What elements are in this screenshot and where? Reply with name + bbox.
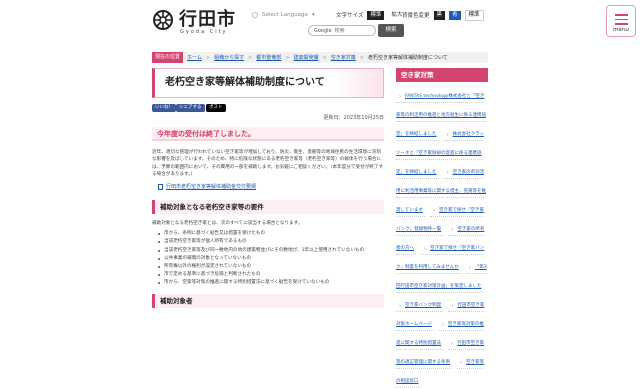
- city-emblem-icon: [153, 10, 173, 30]
- doc-link[interactable]: 行田市老朽空き家等解体補助金交付要綱: [158, 183, 384, 190]
- main-content: 老朽空き家等解体補助制度について いいね！ シェアする ポスト 更新日：2023…: [152, 68, 384, 308]
- sidebar-heading: 空き家対策: [396, 68, 488, 82]
- breadcrumb-separator: >: [359, 54, 364, 61]
- font-standard-button[interactable]: 標準: [367, 10, 385, 20]
- breadcrumb-separator: >: [205, 54, 211, 61]
- search-provider: Google: [314, 27, 332, 34]
- list-item: 所有権以外の権利が設定されていないもの: [158, 263, 384, 271]
- menu-button[interactable]: menu: [606, 5, 636, 37]
- list-item: 市から、空家等対策の推進に関する特別措置法に基づく勧告を受けていないもの: [158, 279, 384, 287]
- language-select-label: Select Language: [262, 12, 308, 18]
- notice-heading: 今年度の受付は終了しました。: [152, 127, 384, 141]
- requirements-list: 市から、条例に基づく勧告又は措置を受けたもの 当該老朽空き家等が個人所有であるも…: [152, 230, 384, 287]
- list-item: 当該老朽空き家等が個人所有であるもの: [158, 238, 384, 246]
- search-button[interactable]: 検索: [378, 24, 404, 37]
- facebook-like-button[interactable]: いいね！: [152, 104, 176, 112]
- breadcrumb: 現在の位置 ホーム > 組織から探す > 都市整備部 > 建築開発課 > 空き家…: [152, 52, 488, 63]
- language-select[interactable]: Select Language ▾: [252, 10, 315, 20]
- sidebar-link[interactable]: 空き家バンク制度: [396, 300, 444, 312]
- bg-color-controls: 背景色変更 黒 青 標準: [402, 9, 484, 21]
- font-size-label: 文字サイズ: [336, 13, 364, 19]
- facebook-share-button[interactable]: シェアする: [176, 104, 205, 112]
- breadcrumb-current-label: 現在の位置: [152, 52, 184, 63]
- bg-blue-button[interactable]: 青: [449, 10, 461, 20]
- breadcrumb-current-page: 老朽空き家等解体補助制度について: [367, 55, 448, 61]
- section-heading-requirements: 補助対象となる老朽空き家等の要件: [152, 200, 384, 215]
- updated-date: 更新日：2023年10月25日: [323, 115, 384, 121]
- search-placeholder: 検索: [334, 28, 345, 34]
- intro-paragraph: 近年、適切な管理が行われていない空き家等が増加しており、防災、衛生、景観等の地域…: [152, 150, 384, 177]
- page-title: 老朽空き家等解体補助制度について: [152, 68, 384, 98]
- doc-link-label: 行田市老朽空き家等解体補助金交付要綱: [166, 184, 257, 191]
- bg-black-button[interactable]: 黒: [433, 10, 446, 20]
- site-logo[interactable]: 行田市 Gyoda City: [152, 9, 236, 35]
- list-item: 公共事業の補償の対象となっていないもの: [158, 255, 384, 263]
- breadcrumb-separator: >: [248, 54, 253, 61]
- bg-standard-button[interactable]: 標準: [464, 9, 484, 21]
- menu-label: menu: [613, 27, 629, 33]
- breadcrumb-separator: >: [322, 54, 327, 61]
- globe-icon: [252, 12, 258, 18]
- site-name: 行田市: [179, 9, 236, 30]
- document-icon: [158, 183, 163, 190]
- breadcrumb-link[interactable]: 空き家対策: [331, 54, 356, 61]
- sidebar: 空き家対策 FANTAS technology株式会社と「空き家等の利活用の推進…: [396, 68, 488, 388]
- breadcrumb-link[interactable]: 都市整備部: [256, 54, 281, 61]
- breadcrumb-link[interactable]: 組織から探す: [214, 54, 244, 61]
- list-item: 当該老朽空き家等及び同一敷地内の他の建築物並びにその敷地が、1年以上使用されてい…: [158, 247, 384, 255]
- hamburger-icon: [615, 14, 628, 28]
- breadcrumb-link[interactable]: 建築開発課: [294, 54, 319, 61]
- section-intro: 補助対象となる老朽空き家とは、次のすべてに該当する場合となります。: [152, 221, 303, 227]
- font-size-controls: 文字サイズ 標準 拡大: [336, 10, 405, 20]
- search-input[interactable]: Google 検索: [308, 25, 376, 36]
- breadcrumb-link[interactable]: ホーム: [187, 54, 202, 61]
- x-post-button[interactable]: ポスト: [206, 104, 226, 112]
- share-buttons: いいね！ シェアする ポスト 更新日：2023年10月25日: [152, 104, 384, 121]
- breadcrumb-separator: >: [285, 54, 290, 61]
- site-header: 行田市 Gyoda City Select Language ▾ 文字サイズ 標…: [0, 0, 640, 48]
- list-item: 市で定める基準に基づき危険と判断されたもの: [158, 271, 384, 279]
- chevron-down-icon: ▾: [311, 12, 315, 18]
- list-item: 市から、条例に基づく勧告又は措置を受けたもの: [158, 230, 384, 238]
- bg-color-label: 背景色変更: [402, 13, 430, 19]
- site-sub: Gyoda City: [180, 29, 228, 35]
